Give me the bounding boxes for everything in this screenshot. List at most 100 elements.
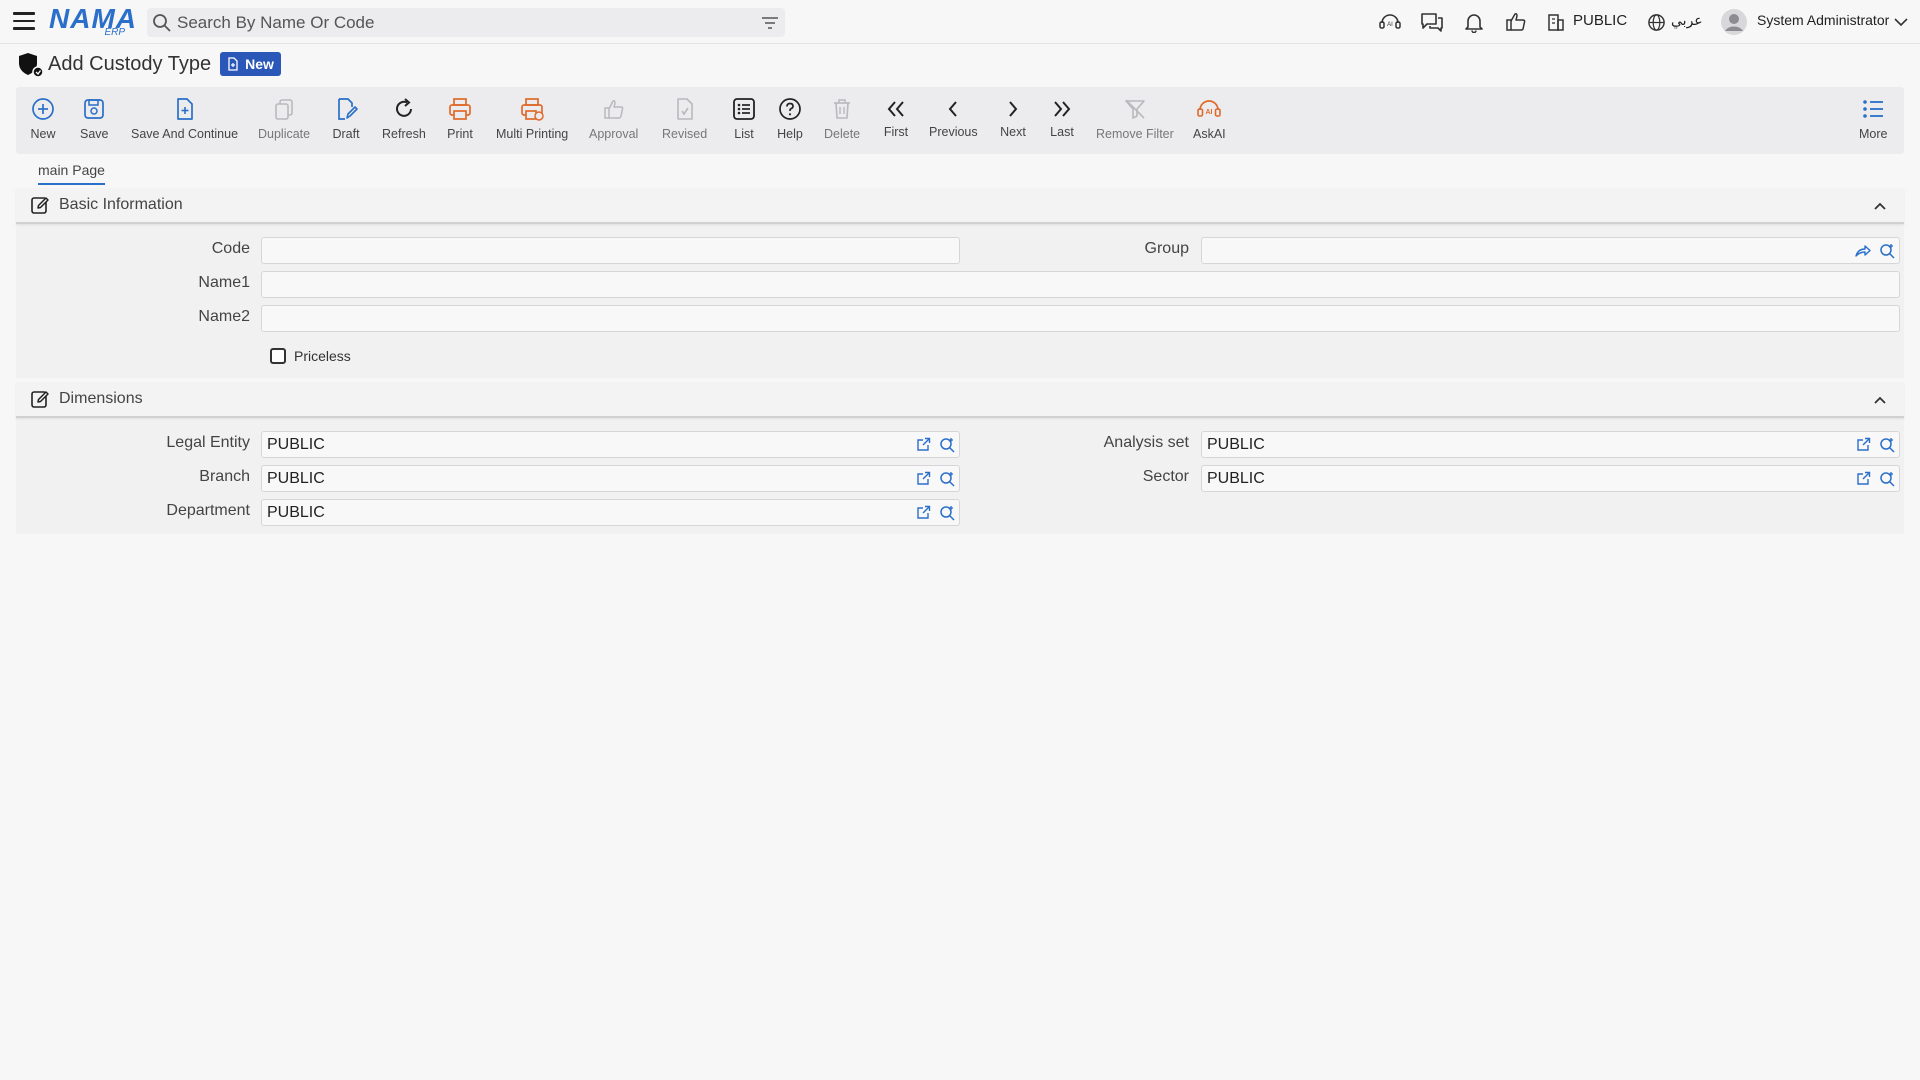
draft-button[interactable]: Draft	[332, 87, 360, 154]
legal-entity-field[interactable]: PUBLIC	[261, 431, 960, 458]
dimensions-header[interactable]: Dimensions	[16, 382, 1904, 418]
logo-subtext: ERP	[104, 27, 125, 38]
company-selector[interactable]: PUBLIC	[1573, 12, 1627, 29]
thumbs-up-icon[interactable]	[1503, 10, 1529, 34]
list-icon	[730, 97, 758, 121]
chevron-right-icon	[999, 97, 1027, 121]
department-label: Department	[166, 502, 250, 519]
page-title: Add Custody Type	[48, 52, 212, 75]
remove-filter-button[interactable]: Remove Filter	[1096, 87, 1174, 154]
menu-icon[interactable]	[13, 12, 35, 32]
save-button[interactable]: Save	[80, 87, 109, 154]
multi-printing-label: Multi Printing	[496, 127, 569, 141]
save-and-continue-label: Save And Continue	[131, 127, 239, 141]
priceless-checkbox[interactable]: Priceless	[270, 348, 351, 364]
filter-icon[interactable]	[755, 8, 785, 37]
new-button-label: New	[30, 127, 56, 141]
code-label: Code	[211, 240, 250, 257]
ai-icon[interactable]: AI	[1377, 10, 1403, 34]
priceless-checkbox-box[interactable]	[270, 348, 286, 364]
chevron-up-icon[interactable]	[1870, 196, 1890, 216]
remove-filter-label: Remove Filter	[1096, 127, 1174, 141]
share-icon[interactable]	[1851, 239, 1875, 263]
search-lookup-icon[interactable]	[935, 433, 959, 457]
open-external-icon[interactable]	[911, 501, 935, 525]
svg-text:AI: AI	[1206, 109, 1213, 116]
next-button[interactable]: Next	[999, 87, 1027, 154]
code-field[interactable]	[261, 237, 960, 264]
analysis-set-label: Analysis set	[1103, 434, 1189, 451]
basic-information-header[interactable]: Basic Information	[16, 188, 1904, 224]
print-label: Print	[447, 127, 473, 141]
delete-label: Delete	[824, 127, 861, 141]
approval-icon	[600, 97, 628, 121]
revised-button[interactable]: Revised	[662, 87, 707, 154]
priceless-label: Priceless	[294, 348, 351, 364]
last-button[interactable]: Last	[1048, 87, 1076, 154]
approval-button[interactable]: Approval	[589, 87, 638, 154]
new-button[interactable]: New	[29, 87, 57, 154]
chevron-left-icon	[939, 97, 967, 121]
askai-button[interactable]: AI AskAI	[1193, 87, 1226, 154]
previous-button[interactable]: Previous	[929, 87, 978, 154]
chevron-down-icon[interactable]	[1893, 10, 1909, 34]
duplicate-button[interactable]: Duplicate	[258, 87, 310, 154]
help-button[interactable]: Help	[776, 87, 804, 154]
chevrons-right-icon	[1048, 97, 1076, 121]
search-icon	[147, 8, 177, 37]
sector-field[interactable]: PUBLIC	[1201, 465, 1900, 492]
open-external-icon[interactable]	[1851, 433, 1875, 457]
search-lookup-icon[interactable]	[935, 467, 959, 491]
refresh-button[interactable]: Refresh	[382, 87, 426, 154]
name1-field[interactable]	[261, 271, 1900, 298]
chevrons-left-icon	[882, 97, 910, 121]
user-name[interactable]: System Administrator	[1757, 12, 1889, 28]
logo[interactable]: NAMA ERP	[49, 4, 136, 39]
open-external-icon[interactable]	[911, 433, 935, 457]
open-external-icon[interactable]	[1851, 467, 1875, 491]
search-lookup-icon[interactable]	[1875, 433, 1899, 457]
building-icon	[1545, 10, 1567, 34]
save-and-continue-button[interactable]: Save And Continue	[131, 87, 238, 154]
department-value: PUBLIC	[267, 503, 325, 521]
open-external-icon[interactable]	[911, 467, 935, 491]
name2-field[interactable]	[261, 305, 1900, 332]
department-field[interactable]: PUBLIC	[261, 499, 960, 526]
revised-document-icon	[671, 97, 699, 121]
edit-document-icon	[332, 97, 360, 121]
global-search	[147, 8, 785, 37]
search-lookup-icon[interactable]	[1875, 467, 1899, 491]
language-selector[interactable]: عربي	[1671, 12, 1703, 29]
search-lookup-icon[interactable]	[1875, 239, 1899, 263]
help-icon	[776, 97, 804, 121]
askai-label: AskAI	[1193, 127, 1226, 141]
action-toolbar: New Save Save And Continue Duplicate Dra…	[16, 87, 1904, 154]
search-input[interactable]	[177, 12, 755, 33]
tab-main-page[interactable]: main Page	[38, 162, 105, 185]
branch-value: PUBLIC	[267, 469, 325, 487]
approval-label: Approval	[589, 127, 639, 141]
shield-icon	[16, 50, 44, 78]
group-label: Group	[1144, 240, 1189, 257]
list-button[interactable]: List	[730, 87, 758, 154]
svg-text:AI: AI	[1387, 22, 1393, 28]
multi-printing-button[interactable]: Multi Printing	[496, 87, 568, 154]
list-label: List	[734, 127, 754, 141]
bell-icon[interactable]	[1461, 10, 1487, 34]
chevron-up-icon[interactable]	[1870, 390, 1890, 410]
copy-icon	[270, 97, 298, 121]
chat-icon[interactable]	[1419, 10, 1445, 34]
search-lookup-icon[interactable]	[935, 501, 959, 525]
delete-button[interactable]: Delete	[824, 87, 860, 154]
branch-field[interactable]: PUBLIC	[261, 465, 960, 492]
group-field[interactable]	[1201, 237, 1900, 264]
refresh-icon	[390, 97, 418, 121]
sector-label: Sector	[1142, 468, 1189, 485]
analysis-set-field[interactable]: PUBLIC	[1201, 431, 1900, 458]
more-button[interactable]: More	[1859, 87, 1887, 154]
print-button[interactable]: Print	[446, 87, 474, 154]
section-title: Basic Information	[59, 196, 183, 213]
branch-label: Branch	[199, 468, 250, 485]
first-button[interactable]: First	[882, 87, 910, 154]
user-avatar-icon[interactable]	[1720, 8, 1748, 36]
